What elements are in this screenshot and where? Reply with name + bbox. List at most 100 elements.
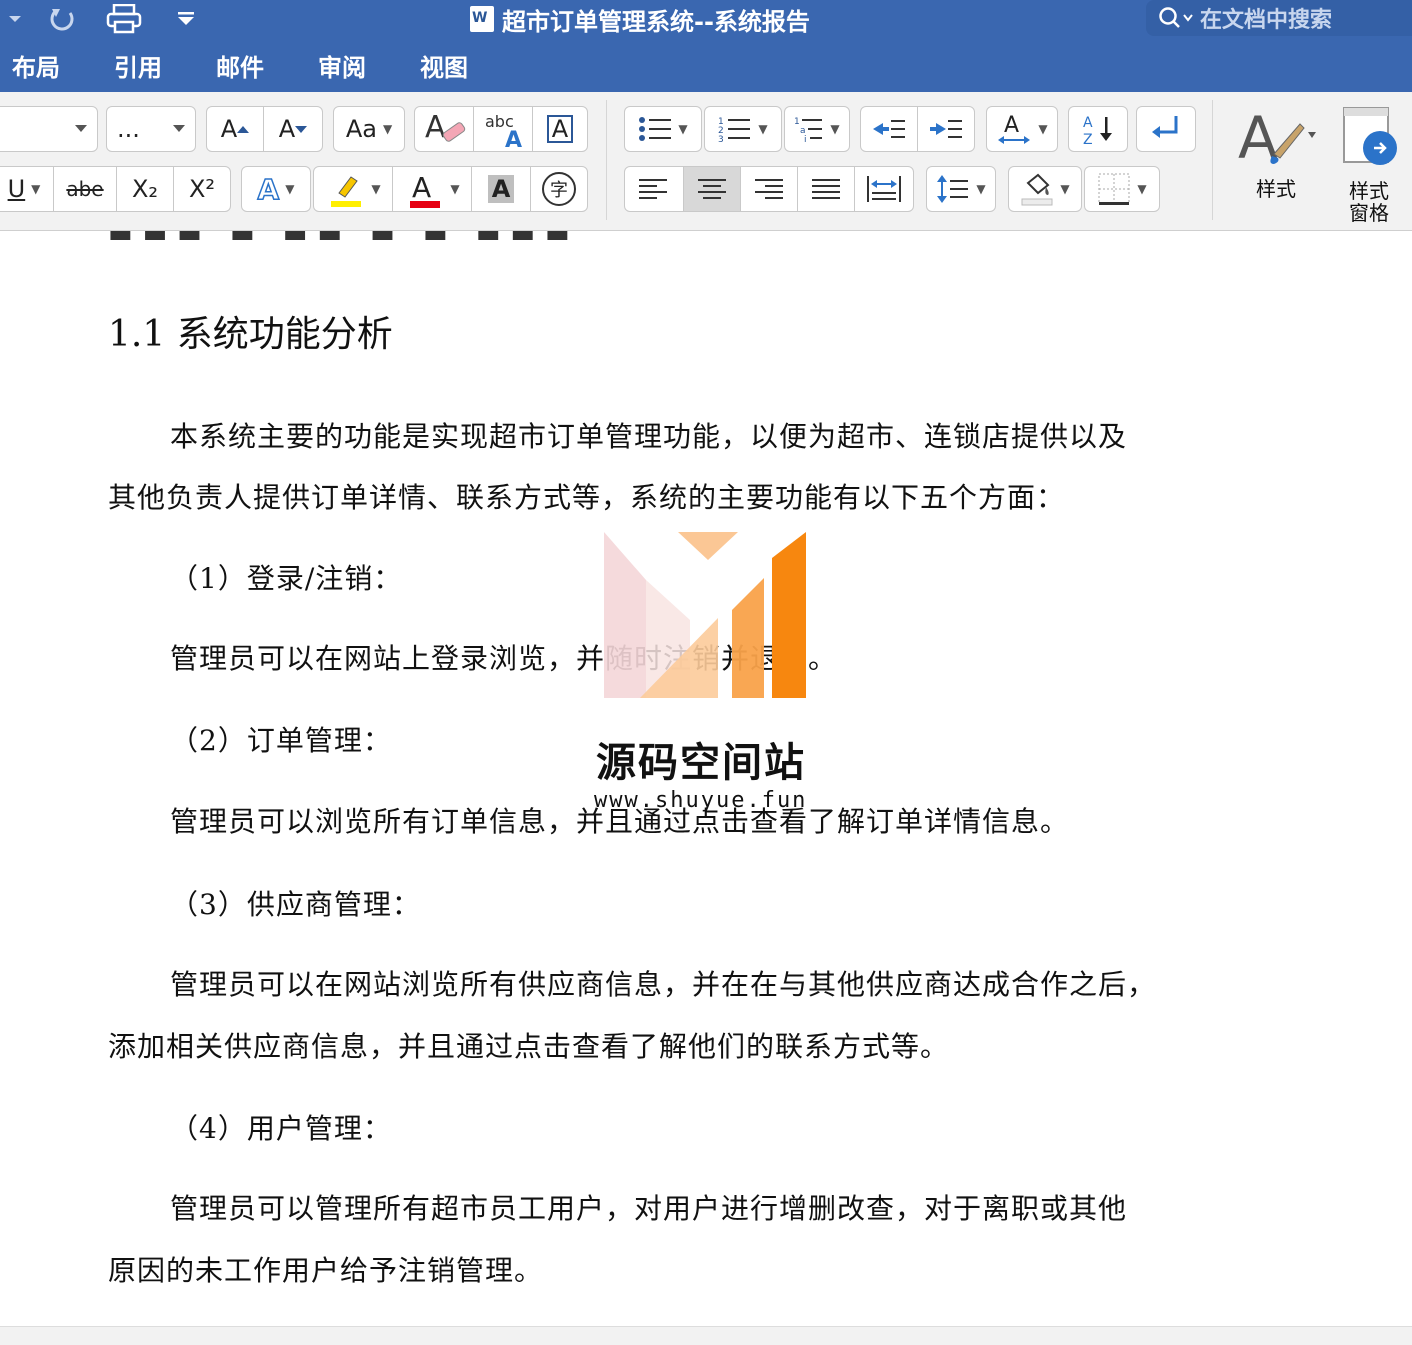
styles-pane-label-1: 样式	[1349, 179, 1389, 203]
search-icon	[1159, 7, 1193, 28]
superscript-button[interactable]: X²	[173, 166, 231, 212]
bullet-list-icon	[639, 117, 672, 141]
phonetic-guide-button[interactable]: abc A	[473, 106, 533, 152]
text-direction-button[interactable]: A ▼	[986, 106, 1058, 152]
text-direction-icon: A	[998, 113, 1031, 144]
align-right-button[interactable]	[740, 166, 798, 212]
strikethrough-label: abe	[66, 177, 104, 201]
chevron-down-icon: ▼	[450, 182, 460, 196]
bullets-button[interactable]: ▼	[624, 106, 702, 152]
font-name-select[interactable]	[0, 106, 98, 152]
justify-icon	[812, 179, 840, 199]
svg-text:3: 3	[718, 135, 724, 143]
svg-text:A: A	[425, 110, 446, 145]
shading-button[interactable]: ▼	[1008, 166, 1082, 212]
multilevel-list-icon: 1ai	[794, 117, 823, 143]
chevron-down-icon: ▼	[830, 122, 840, 136]
increase-indent-icon	[930, 120, 962, 138]
enclose-characters-label: 字	[542, 172, 576, 206]
distributed-button[interactable]	[854, 166, 914, 212]
list-heading: （4）用户管理：	[170, 1112, 392, 1145]
tab-layout[interactable]: 布局	[12, 48, 60, 83]
shrink-font-label: A	[278, 115, 296, 143]
highlighter-icon	[331, 176, 362, 207]
clipped-text-line: ▬▬▬ ▬ ▬▬ ▬ ▬ ▬▬▬	[108, 231, 580, 249]
grow-font-button[interactable]: A	[206, 106, 264, 152]
text-effects-button[interactable]: A ▼	[241, 166, 311, 212]
shrink-font-button[interactable]: A	[263, 106, 323, 152]
status-bar	[0, 1326, 1412, 1345]
show-formatting-marks-button[interactable]	[1136, 106, 1196, 152]
search-placeholder: 在文档中搜索	[1200, 8, 1333, 33]
subscript-button[interactable]: X₂	[116, 166, 174, 212]
strikethrough-button[interactable]: abe	[53, 166, 117, 212]
numbered-list-icon: 123	[718, 117, 751, 143]
list-heading: （1）登录/注销：	[170, 562, 403, 595]
change-case-button[interactable]: Aa ▼	[333, 106, 405, 152]
chevron-down-icon: ▼	[285, 182, 295, 196]
tab-mailings[interactable]: 邮件	[216, 48, 264, 83]
character-shading-label: A	[487, 175, 515, 203]
sort-button[interactable]: AZ	[1068, 106, 1128, 152]
font-size-value: ...	[117, 115, 140, 143]
svg-text:i: i	[804, 135, 807, 143]
tab-review[interactable]: 审阅	[318, 48, 366, 83]
styles-gallery-button[interactable]: A 样式	[1234, 102, 1318, 218]
align-center-button[interactable]	[683, 166, 741, 212]
line-spacing-button[interactable]: ▼	[926, 166, 996, 212]
border-icon	[1098, 173, 1130, 205]
paragraph-line: 原因的未工作用户给予注销管理。	[108, 1254, 544, 1287]
chevron-down-icon: ▼	[976, 182, 986, 196]
tab-view[interactable]: 视图	[420, 48, 468, 83]
decrease-indent-button[interactable]	[860, 106, 918, 152]
increase-indent-button[interactable]	[917, 106, 975, 152]
ribbon-divider	[606, 100, 607, 220]
paragraph-line: 添加相关供应商信息，并且通过点击查看了解他们的联系方式等。	[108, 1030, 950, 1063]
chevron-down-icon	[75, 125, 87, 132]
ribbon-tabs: 布局 引用 邮件 审阅 视图	[0, 38, 1412, 92]
font-size-select[interactable]: ...	[106, 106, 196, 152]
chevron-down-icon: ▼	[382, 122, 393, 136]
highlight-color-button[interactable]: ▼	[313, 166, 393, 212]
print-icon[interactable]	[104, 4, 144, 34]
dropdown-arrow-icon[interactable]	[4, 6, 26, 32]
svg-text:A: A	[1004, 113, 1019, 138]
character-shading-button[interactable]: A	[471, 166, 531, 212]
window-title: 超市订单管理系统--系统报告	[470, 4, 810, 36]
chevron-down-icon	[173, 125, 185, 132]
numbering-button[interactable]: 123 ▼	[704, 106, 782, 152]
align-right-icon	[755, 179, 783, 199]
document-search[interactable]: 在文档中搜索	[1146, 0, 1412, 36]
chevron-down-icon: ▼	[758, 122, 768, 136]
align-left-button[interactable]	[624, 166, 684, 212]
subscript-label: X₂	[131, 175, 159, 203]
text-effects-label: A	[257, 172, 280, 207]
svg-text:A: A	[1083, 115, 1093, 131]
styles-pane-label-2: 窗格	[1349, 201, 1389, 225]
distribute-icon	[867, 176, 901, 202]
styles-pane-icon	[1343, 107, 1397, 165]
justify-button[interactable]	[797, 166, 855, 212]
customize-toolbar-icon[interactable]	[172, 6, 200, 32]
ribbon-toolbar: ... A A Aa ▼ A abc A A U ▼ abe X₂ X² A ▼ …	[0, 92, 1412, 231]
clear-formatting-button[interactable]: A	[414, 106, 474, 152]
title-bar: 超市订单管理系统--系统报告 在文档中搜索	[0, 0, 1412, 38]
line-spacing-icon	[937, 175, 969, 203]
align-left-icon	[639, 179, 667, 199]
multilevel-list-button[interactable]: 1ai ▼	[784, 106, 850, 152]
paragraph-line: 管理员可以在网站浏览所有供应商信息，并在在与其他供应商达成合作之后，	[170, 968, 1157, 1001]
tab-references[interactable]: 引用	[114, 48, 162, 83]
borders-button[interactable]: ▼	[1084, 166, 1160, 212]
underline-button[interactable]: U ▼	[0, 166, 54, 212]
ribbon-divider	[1212, 100, 1213, 220]
paint-bucket-icon	[1021, 173, 1053, 206]
sort-icon: AZ	[1083, 115, 1112, 147]
font-color-button[interactable]: A ▼	[392, 166, 472, 212]
styles-pane-button[interactable]: 样式 窗格	[1336, 104, 1402, 224]
character-border-button[interactable]: A	[532, 106, 588, 152]
enclose-characters-button[interactable]: 字	[530, 166, 588, 212]
svg-text:A: A	[505, 128, 522, 149]
chevron-down-icon: ▼	[1060, 182, 1070, 196]
underline-label: U	[7, 175, 26, 203]
undo-icon[interactable]	[46, 6, 78, 32]
